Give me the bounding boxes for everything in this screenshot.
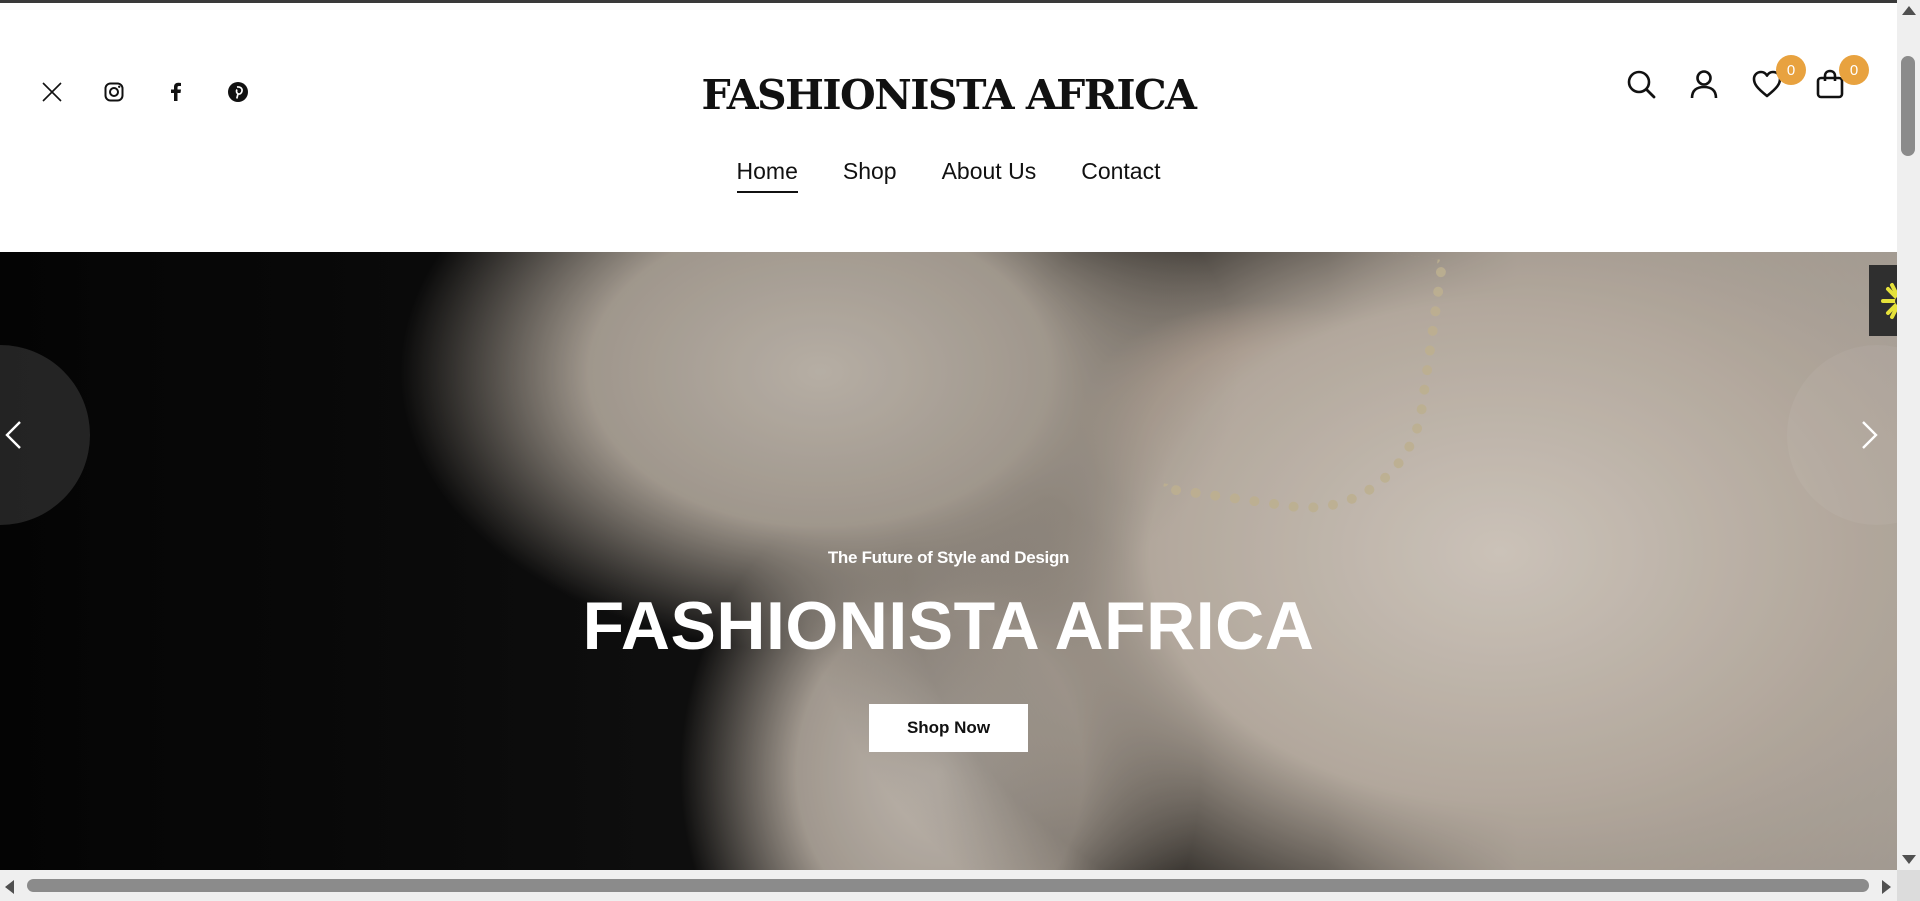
hero-slider: The Future of Style and Design FASHIONIS… (0, 252, 1897, 870)
scroll-up-arrow[interactable] (1902, 6, 1916, 15)
scroll-down-arrow[interactable] (1902, 855, 1916, 864)
cart-button[interactable]: 0 (1813, 55, 1869, 101)
scroll-right-arrow[interactable] (1882, 880, 1891, 894)
scrollbar-corner (1897, 870, 1920, 901)
shop-now-button[interactable]: Shop Now (869, 704, 1028, 752)
account-button[interactable] (1687, 67, 1721, 101)
cart-count-badge: 0 (1839, 55, 1869, 85)
site-header: FASHIONISTA AFRICA Home Shop About Us Co… (0, 3, 1897, 252)
nav-item-home[interactable]: Home (736, 158, 798, 193)
nav-item-about-us[interactable]: About Us (942, 158, 1037, 193)
vertical-scroll-thumb[interactable] (1901, 56, 1915, 156)
wishlist-button[interactable]: 0 (1750, 55, 1806, 101)
chevron-right-icon (1862, 421, 1878, 449)
scroll-left-arrow[interactable] (5, 880, 14, 894)
search-icon (1627, 70, 1656, 99)
wishlist-count-badge: 0 (1776, 55, 1806, 85)
chevron-left-icon (5, 421, 21, 449)
hero-subtitle: The Future of Style and Design (827, 548, 1070, 567)
hero-title: FASHIONISTA AFRICA (582, 588, 1315, 664)
horizontal-scrollbar[interactable] (0, 870, 1897, 901)
header-actions: 0 0 (1624, 55, 1869, 101)
main-nav: Home Shop About Us Contact (0, 158, 1897, 193)
nav-item-contact[interactable]: Contact (1081, 158, 1160, 193)
vertical-scrollbar[interactable] (1897, 0, 1920, 870)
horizontal-scroll-thumb[interactable] (27, 879, 1869, 892)
site-logo[interactable]: FASHIONISTA AFRICA (0, 71, 1897, 119)
search-button[interactable] (1624, 67, 1658, 101)
user-icon (1690, 70, 1718, 99)
nav-item-shop[interactable]: Shop (843, 158, 897, 193)
